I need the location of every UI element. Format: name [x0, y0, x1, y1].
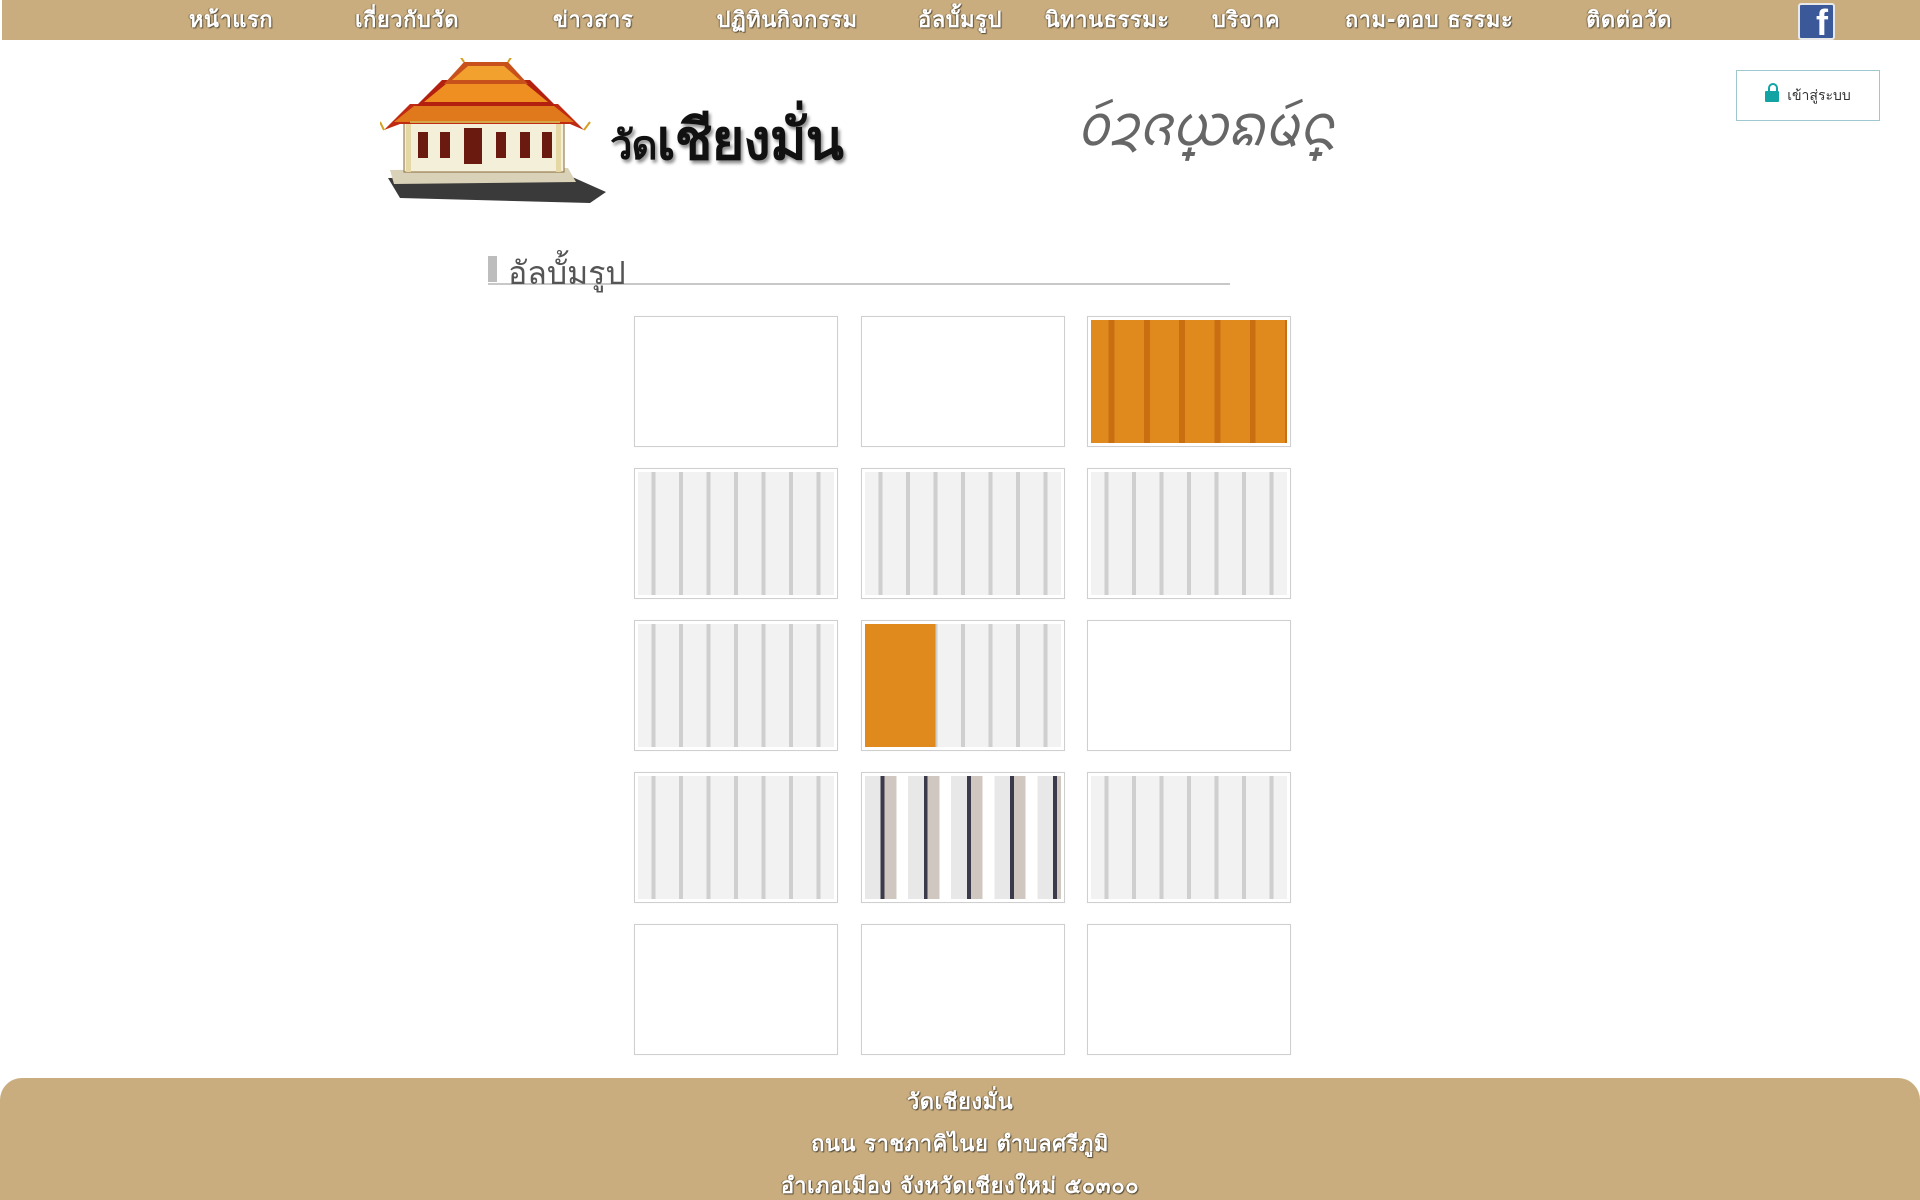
gallery-photo[interactable] — [1087, 468, 1291, 599]
site-name-main: เชียงมั่น — [656, 108, 843, 173]
photo-image — [1091, 472, 1287, 595]
nav-item-album[interactable]: อัลบั้มรูป — [918, 6, 1002, 36]
nav-item-qa[interactable]: ถาม-ตอบ ธรรมะ — [1345, 6, 1513, 36]
nav-item-donate[interactable]: บริจาค — [1212, 6, 1280, 36]
site-name[interactable]: วัดเชียงมั่น — [610, 95, 844, 184]
photo-image — [638, 928, 834, 1051]
nav-item-contact[interactable]: ติดต่อวัด — [1586, 6, 1672, 36]
gallery-photo[interactable] — [1087, 316, 1291, 447]
footer: วัดเชียงมั่น ถนน ราชภาคิไนย ตำบลศรีภูมิ … — [0, 1078, 1920, 1200]
photo-image — [638, 776, 834, 899]
nav-item-calendar[interactable]: ปฏิทินกิจกรรม — [717, 6, 858, 36]
photo-image — [1091, 776, 1287, 899]
gallery-photo[interactable] — [861, 924, 1065, 1055]
lanna-script-title: ᩅᩢᨯᨩ᩠ᨿᨦᨾᩢ᩠ᨶ — [1076, 91, 1335, 159]
footer-temple-name: วัดเชียงมั่น — [906, 1090, 1014, 1115]
photo-image — [638, 472, 834, 595]
photo-image — [638, 320, 834, 443]
gallery-photo[interactable] — [634, 620, 838, 751]
site-name-prefix: วัด — [610, 123, 657, 169]
gallery-photo[interactable] — [634, 924, 838, 1055]
login-button[interactable]: เข้าสู่ระบบ — [1736, 70, 1880, 121]
photo-image — [1091, 928, 1287, 1051]
nav-item-about[interactable]: เกี่ยวกับวัด — [355, 6, 459, 36]
lock-icon — [1765, 82, 1780, 103]
gallery-photo[interactable] — [1087, 924, 1291, 1055]
gallery-photo[interactable] — [1087, 772, 1291, 903]
photo-image — [865, 472, 1061, 595]
gallery-photo[interactable] — [634, 772, 838, 903]
section-heading: อัลบั้มรูป — [488, 250, 1230, 292]
temple-logo[interactable] — [380, 58, 610, 203]
photo-image — [638, 624, 834, 747]
gallery-photo[interactable] — [634, 316, 838, 447]
gallery-photo[interactable] — [634, 468, 838, 599]
nav-item-news[interactable]: ข่าวสาร — [553, 6, 633, 36]
footer-address-road: ถนน ราชภาคิไนย ตำบลศรีภูมิ — [811, 1132, 1109, 1157]
photo-image — [865, 928, 1061, 1051]
gallery-photo[interactable] — [861, 772, 1065, 903]
gallery-photo[interactable] — [861, 468, 1065, 599]
facebook-icon[interactable]: f — [1798, 3, 1835, 40]
photo-image — [865, 776, 1061, 899]
gallery-photo[interactable] — [861, 620, 1065, 751]
login-label: เข้าสู่ระบบ — [1787, 87, 1851, 104]
photo-image — [865, 624, 1061, 747]
nav-item-home[interactable]: หน้าแรก — [189, 6, 273, 36]
photo-image — [1091, 624, 1287, 747]
page-title: อัลบั้มรูป — [508, 254, 626, 292]
heading-bar — [488, 256, 497, 282]
gallery-photo[interactable] — [1087, 620, 1291, 751]
footer-address-city: อำเภอเมือง จังหวัดเชียงใหม่ ๕๐๓๐๐ — [780, 1174, 1140, 1199]
nav-item-dharma-tales[interactable]: นิทานธรรมะ — [1045, 6, 1170, 36]
facebook-glyph: f — [1816, 3, 1828, 40]
gallery-photo[interactable] — [861, 316, 1065, 447]
top-nav: หน้าแรก เกี่ยวกับวัด ข่าวสาร ปฏิทินกิจกร… — [2, 0, 1920, 40]
photo-image — [865, 320, 1061, 443]
photo-image — [1091, 320, 1287, 443]
